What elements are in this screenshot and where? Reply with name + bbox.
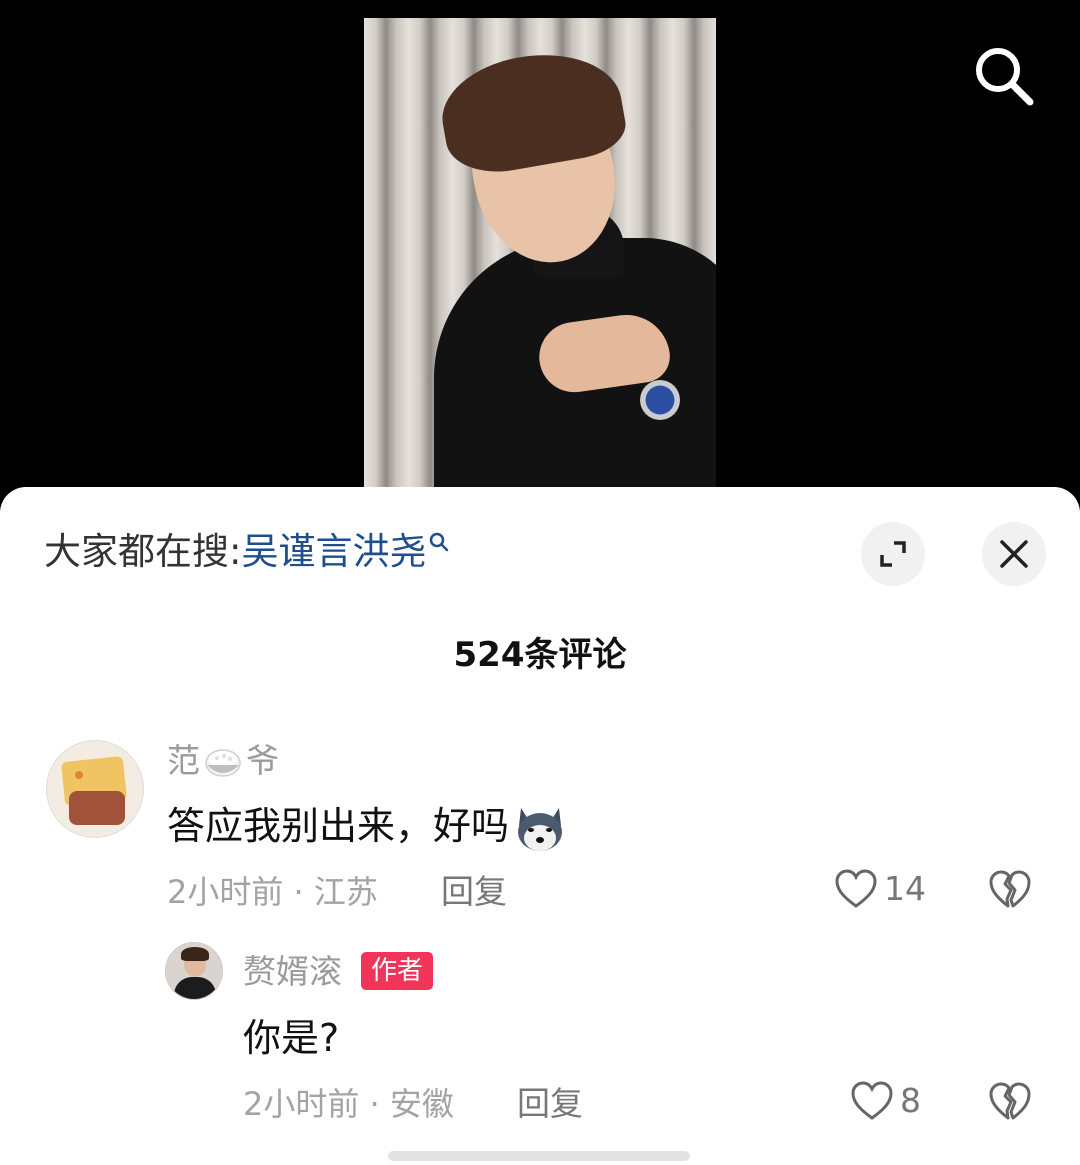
dislike-button[interactable] [988, 1081, 1032, 1127]
broken-heart-icon [989, 1082, 1031, 1120]
trending-query[interactable]: 吴谨言洪尧 [241, 530, 426, 573]
close-icon [1000, 540, 1028, 568]
comment-meta: 2小时前 · 江苏 [167, 873, 378, 911]
avatar-hair [181, 947, 209, 961]
search-icon [976, 48, 1034, 106]
expand-icon [880, 541, 906, 567]
reply-text: 你是? [243, 1016, 340, 1060]
username-part: 爷 [246, 741, 279, 780]
small-search-icon [430, 532, 449, 552]
reply-username[interactable]: 赘婿滚 [243, 950, 342, 994]
heart-icon [851, 1081, 893, 1120]
like-count: 8 [900, 1081, 921, 1120]
broken-heart-icon [989, 870, 1031, 908]
dislike-button[interactable] [988, 869, 1032, 915]
home-indicator[interactable] [388, 1151, 690, 1161]
reply-button[interactable]: 回复 [517, 1082, 583, 1126]
like-button[interactable]: 8 [850, 1079, 921, 1123]
comment-username[interactable]: 范 爷 [167, 739, 279, 783]
rice-bowl-emoji-icon [205, 748, 241, 777]
video-area[interactable] [0, 0, 1080, 500]
trending-query-link[interactable]: 吴谨言洪尧 [241, 530, 450, 573]
husky-emoji-icon [518, 807, 563, 851]
video-frame[interactable] [364, 18, 716, 488]
close-button[interactable] [982, 522, 1046, 586]
search-button[interactable] [970, 42, 1036, 108]
avatar-crumb [75, 771, 83, 779]
heart-icon [835, 869, 877, 908]
avatar[interactable] [46, 740, 144, 838]
trending-search-bar: 大家都在搜:吴谨言洪尧 [44, 527, 450, 577]
like-button[interactable]: 14 [834, 867, 926, 911]
username-part: 范 [167, 741, 200, 780]
author-badge: 作者 [361, 952, 434, 990]
comment-count: 524条评论 [453, 635, 627, 675]
trending-prefix: 大家都在搜: [44, 530, 242, 573]
reply-meta: 2小时前 · 安徽 [243, 1085, 454, 1123]
reply-button[interactable]: 回复 [441, 870, 507, 914]
reply-avatar[interactable] [165, 942, 223, 1000]
comment-sheet: 大家都在搜:吴谨言洪尧 524条评论 范 爷 答应我别出来，好吗 2小时前 · … [0, 487, 1080, 1165]
avatar-bread [69, 791, 125, 825]
expand-button[interactable] [861, 522, 925, 586]
wristwatch [640, 380, 680, 420]
comment-body: 答应我别出来，好吗 [167, 804, 510, 848]
like-count: 14 [884, 869, 926, 908]
avatar-torso [174, 977, 216, 999]
comment-text: 答应我别出来，好吗 [167, 799, 567, 856]
